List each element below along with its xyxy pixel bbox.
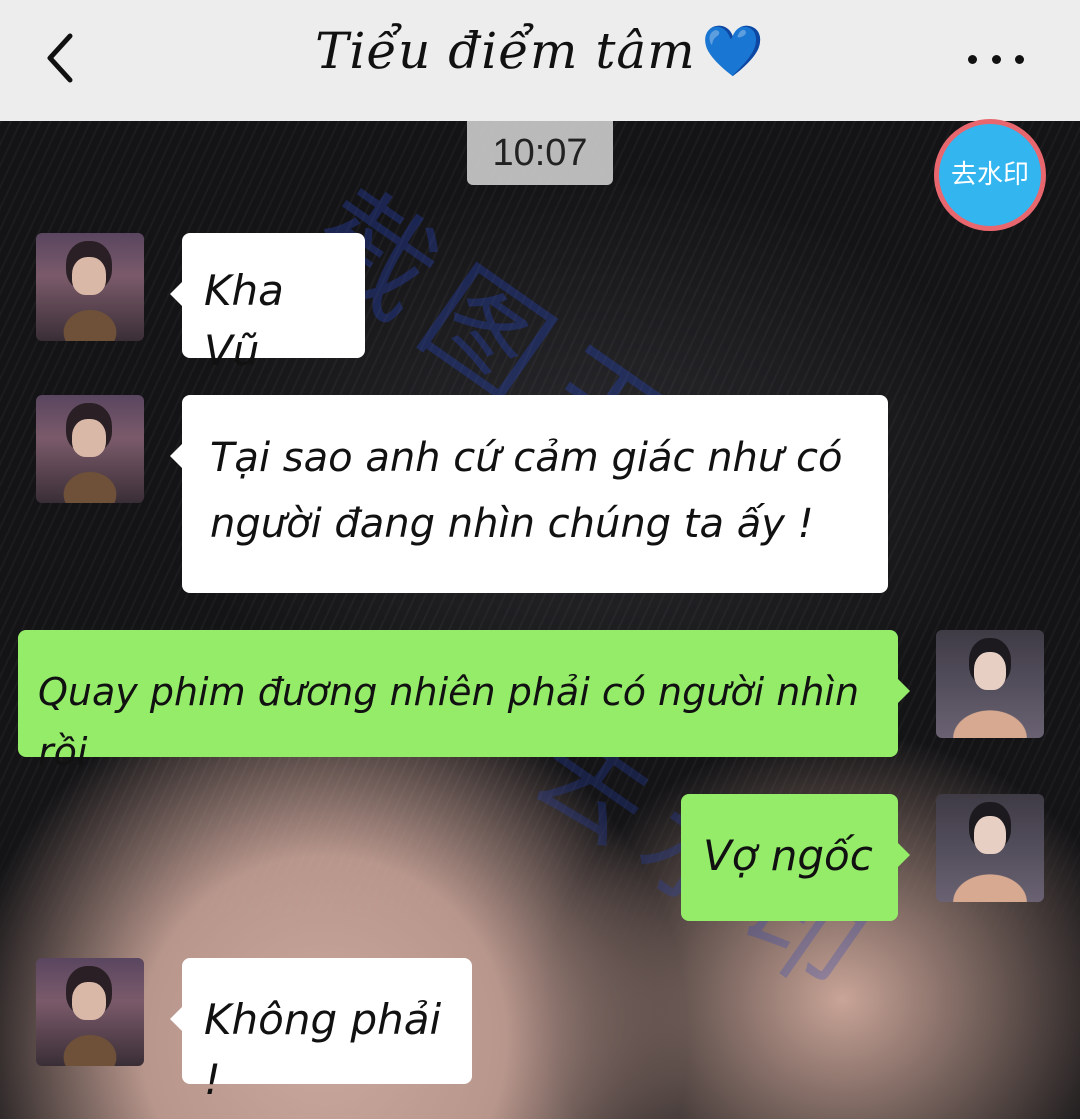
more-options-button[interactable] bbox=[968, 52, 1024, 66]
friend-avatar[interactable] bbox=[36, 958, 144, 1066]
message-bubble-incoming[interactable]: Tại sao anh cứ cảm giác như có người đan… bbox=[170, 395, 888, 593]
message-text: Tại sao anh cứ cảm giác như có người đan… bbox=[210, 435, 843, 547]
chat-title-text: Tiểu điểm tâm bbox=[315, 22, 696, 80]
chat-header: Tiểu điểm tâm 💙 bbox=[0, 0, 1080, 121]
remove-watermark-button[interactable]: 去水印 bbox=[934, 119, 1046, 231]
dot-icon bbox=[1015, 54, 1024, 64]
friend-avatar[interactable] bbox=[36, 395, 144, 503]
friend-avatar[interactable] bbox=[36, 233, 144, 341]
message-bubble-incoming[interactable]: Không phải ! bbox=[170, 958, 472, 1104]
my-avatar[interactable] bbox=[936, 794, 1044, 902]
dot-icon bbox=[991, 54, 1001, 64]
my-avatar[interactable] bbox=[936, 630, 1044, 738]
message-text: Quay phim đương nhiên phải có người nhìn… bbox=[38, 670, 860, 774]
chat-title: Tiểu điểm tâm 💙 bbox=[0, 22, 1080, 81]
message-bubble-incoming[interactable]: Kha Vũ bbox=[170, 233, 365, 375]
message-bubble-outgoing[interactable]: Vợ ngốc bbox=[681, 794, 910, 921]
chat-background: 截图王 去水印 bbox=[0, 121, 1080, 1119]
message-text: Không phải ! bbox=[204, 995, 442, 1104]
dot-icon bbox=[968, 54, 977, 64]
message-timestamp: 10:07 bbox=[467, 121, 613, 185]
background-photo-texture bbox=[0, 121, 1080, 1119]
message-bubble-outgoing[interactable]: Quay phim đương nhiên phải có người nhìn… bbox=[18, 630, 910, 774]
blue-heart-icon: 💙 bbox=[701, 22, 765, 80]
message-text: Vợ ngốc bbox=[703, 831, 873, 880]
message-text: Kha Vũ bbox=[204, 266, 284, 375]
